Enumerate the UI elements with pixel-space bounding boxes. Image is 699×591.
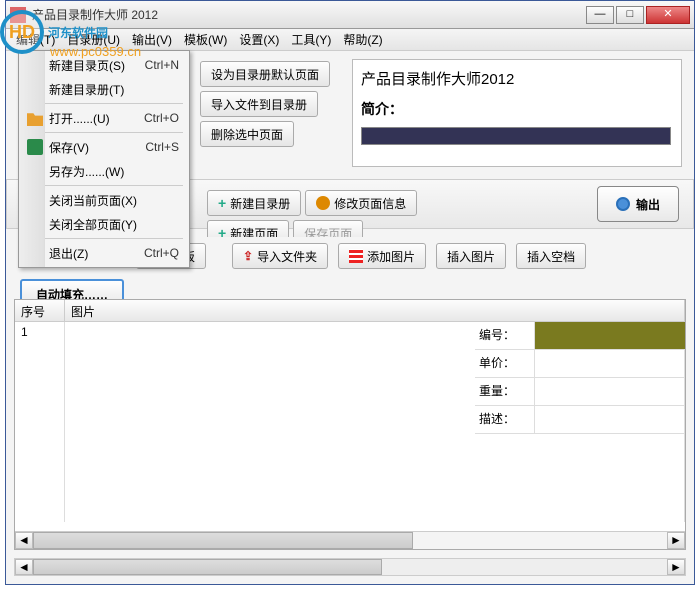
app-icon (10, 7, 26, 23)
menu-close-all[interactable]: 关闭全部页面(Y) (21, 212, 187, 236)
menu-catalog[interactable]: 目录册(U) (61, 29, 126, 50)
scroll-left-icon[interactable]: ◄ (15, 559, 33, 575)
data-table: 序号 图片 1 编号： 单价： 重量： 描述： ◄ ► (14, 299, 686, 550)
field-desc[interactable]: 描述： (475, 406, 685, 434)
grid-icon (349, 249, 363, 263)
maximize-button[interactable]: □ (616, 6, 644, 24)
output-button[interactable]: 输出 (597, 186, 679, 222)
intro-label: 简介： (361, 99, 673, 119)
menu-tools[interactable]: 工具(Y) (285, 29, 337, 50)
table-hscroll[interactable]: ◄ ► (15, 531, 685, 549)
menu-output[interactable]: 输出(V) (126, 29, 178, 50)
field-weight[interactable]: 重量： (475, 378, 685, 406)
table-row[interactable]: 1 编号： 单价： 重量： 描述： (15, 322, 685, 522)
cell-seq: 1 (15, 322, 65, 522)
insert-blank-button[interactable]: 插入空档 (516, 243, 586, 269)
close-button[interactable]: ✕ (646, 6, 690, 24)
table-header: 序号 图片 (15, 300, 685, 322)
menu-save[interactable]: 保存(V)Ctrl+S (21, 135, 187, 159)
gear-icon (316, 196, 330, 210)
folder-icon (27, 110, 43, 126)
menu-new-catalog[interactable]: 新建目录册(T) (21, 77, 187, 101)
window-hscroll[interactable]: ◄ ► (14, 558, 686, 576)
delete-selected-button[interactable]: 删除选中页面 (200, 121, 294, 147)
menu-separator (25, 238, 183, 239)
window-title: 产品目录制作大师 2012 (32, 6, 586, 23)
menu-edit[interactable]: 编辑(T) (10, 29, 61, 50)
col-seq[interactable]: 序号 (15, 300, 65, 321)
menu-open[interactable]: 打开......(U)Ctrl+O (21, 106, 187, 130)
scroll-right-icon[interactable]: ► (667, 559, 685, 575)
new-catalog-button[interactable]: +新建目录册 (207, 190, 301, 216)
stopwatch-icon (616, 197, 630, 211)
save-icon (27, 139, 43, 155)
menu-separator (25, 103, 183, 104)
field-price-value[interactable] (535, 350, 685, 377)
add-image-button[interactable]: 添加图片 (338, 243, 426, 269)
import-files-button[interactable]: 导入文件到目录册 (200, 91, 318, 117)
scroll-right-icon[interactable]: ► (667, 532, 685, 549)
plus-icon: + (218, 195, 226, 211)
menu-help[interactable]: 帮助(Z) (337, 29, 388, 50)
preview-panel: 产品目录制作大师2012 简介： (352, 59, 682, 167)
menu-settings[interactable]: 设置(X) (233, 29, 285, 50)
scroll-track[interactable] (33, 532, 667, 549)
scroll-track[interactable] (33, 559, 667, 575)
menu-new-page[interactable]: 新建目录页(S)Ctrl+N (21, 53, 187, 77)
edit-info-button[interactable]: 修改页面信息 (305, 190, 417, 216)
field-code-value[interactable] (535, 322, 685, 349)
scroll-left-icon[interactable]: ◄ (15, 532, 33, 549)
menu-template[interactable]: 模板(W) (178, 29, 233, 50)
menu-close-current[interactable]: 关闭当前页面(X) (21, 188, 187, 212)
menu-separator (25, 185, 183, 186)
field-code[interactable]: 编号： (475, 322, 685, 350)
insert-image-button[interactable]: 插入图片 (436, 243, 506, 269)
titlebar: 产品目录制作大师 2012 — □ ✕ (6, 1, 694, 29)
preview-title: 产品目录制作大师2012 (361, 68, 673, 89)
col-image[interactable]: 图片 (65, 300, 685, 321)
file-menu-dropdown: 新建目录页(S)Ctrl+N 新建目录册(T) 打开......(U)Ctrl+… (18, 50, 190, 268)
import-folder-button[interactable]: ⇪导入文件夹 (232, 243, 328, 269)
field-price[interactable]: 单价： (475, 350, 685, 378)
menu-separator (25, 132, 183, 133)
side-fields: 编号： 单价： 重量： 描述： (475, 322, 685, 434)
scroll-thumb[interactable] (33, 559, 382, 575)
menu-save-as[interactable]: 另存为......(W) (21, 159, 187, 183)
scroll-thumb[interactable] (33, 532, 413, 549)
minimize-button[interactable]: — (586, 6, 614, 24)
set-default-button[interactable]: 设为目录册默认页面 (200, 61, 330, 87)
preview-thumbnail (361, 127, 671, 145)
menu-exit[interactable]: 退出(Z)Ctrl+Q (21, 241, 187, 265)
field-desc-value[interactable] (535, 406, 685, 433)
import-icon: ⇪ (243, 249, 253, 263)
field-weight-value[interactable] (535, 378, 685, 405)
menubar: 编辑(T) 目录册(U) 输出(V) 模板(W) 设置(X) 工具(Y) 帮助(… (6, 29, 694, 51)
